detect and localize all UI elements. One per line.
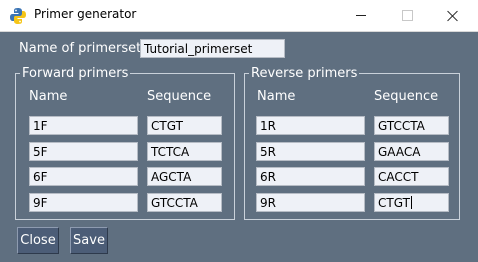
reverse-sequence-input-1[interactable]: GTCCTA — [374, 116, 449, 135]
minimize-icon — [356, 15, 366, 16]
reverse-name-input-4[interactable]: 9R — [256, 193, 365, 212]
forward-name-input-1[interactable]: 1F — [29, 116, 138, 135]
reverse-name-input-1[interactable]: 1R — [256, 116, 365, 135]
forward-name-input-3[interactable]: 6F — [29, 167, 138, 186]
forward-sequence-input-2[interactable]: TCTCA — [147, 142, 222, 161]
forward-sequence-input-3[interactable]: AGCTA — [147, 167, 222, 186]
forward-sequence-input-4[interactable]: GTCCTA — [147, 193, 222, 212]
maximize-icon — [401, 10, 413, 21]
reverse-sequence-input-3[interactable]: CACCT — [374, 167, 449, 186]
forward-sequence-header: Sequence — [147, 89, 212, 104]
forward-sequence-input-1[interactable]: CTGT — [147, 116, 222, 135]
window-title: Primer generator — [34, 7, 137, 21]
primerset-label: Name of primerset: — [19, 41, 146, 56]
close-icon — [447, 10, 459, 22]
reverse-name-input-3[interactable]: 6R — [256, 167, 365, 186]
python-icon — [10, 8, 26, 24]
text-cursor — [410, 196, 412, 209]
reverse-name-header: Name — [257, 89, 296, 104]
title-bar: Primer generator — [0, 0, 478, 32]
save-button[interactable]: Save — [70, 227, 108, 254]
reverse-sequence-input-4-text: CTGT — [378, 196, 410, 210]
maximize-button[interactable] — [384, 0, 430, 31]
forward-name-input-2[interactable]: 5F — [29, 142, 138, 161]
window-close-button[interactable] — [430, 0, 476, 31]
primerset-name-input[interactable]: Tutorial_primerset — [140, 39, 285, 58]
reverse-sequence-input-2[interactable]: GAACA — [374, 142, 449, 161]
forward-name-header: Name — [29, 89, 68, 104]
forward-name-input-4[interactable]: 9F — [29, 193, 138, 212]
minimize-button[interactable] — [338, 0, 384, 31]
reverse-primers-title: Reverse primers — [249, 66, 360, 81]
forward-primers-title: Forward primers — [20, 66, 131, 81]
close-button[interactable]: Close — [17, 227, 59, 254]
reverse-sequence-input-4[interactable]: CTGT — [374, 193, 449, 212]
reverse-name-input-2[interactable]: 5R — [256, 142, 365, 161]
reverse-sequence-header: Sequence — [374, 89, 439, 104]
